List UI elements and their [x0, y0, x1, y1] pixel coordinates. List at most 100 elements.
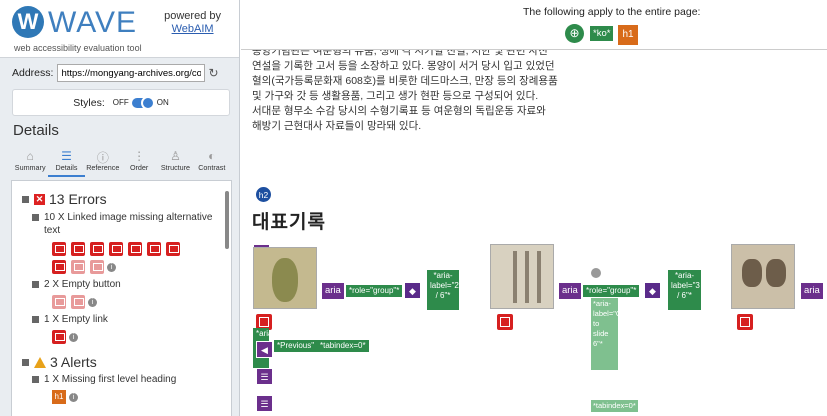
banner-text: The following apply to the entire page:: [523, 6, 701, 18]
checkbox[interactable]: [32, 214, 39, 221]
refresh-icon[interactable]: ↻: [208, 66, 218, 80]
tag-icon[interactable]: ◆: [404, 282, 421, 299]
info-icon: ⓘ: [96, 151, 109, 165]
linked-image-error-icon[interactable]: [166, 242, 180, 256]
webaim-link[interactable]: WebAIM: [164, 23, 221, 36]
aria-icon[interactable]: aria: [559, 283, 581, 299]
alert-icon-list: h1 i: [52, 390, 202, 408]
toggle-track[interactable]: [131, 95, 155, 110]
alerts-title: 3 Alerts: [50, 354, 97, 370]
info-icon[interactable]: i: [69, 392, 78, 402]
linked-image-error-icon[interactable]: [737, 314, 753, 330]
checkbox[interactable]: [32, 376, 39, 383]
home-icon: ⌂: [26, 149, 34, 163]
checkbox[interactable]: [32, 281, 39, 288]
toggle-knob[interactable]: [140, 95, 155, 110]
tab-order[interactable]: ⋮ Order: [121, 147, 157, 177]
deathmask-image[interactable]: [253, 247, 317, 309]
go-slide-badge[interactable]: *aria-label="Go to slide 6"*: [591, 298, 626, 370]
para-line: 서대문 형무소 수감 당시의 수형기록표 등 여운형의 독립운동 자료와: [252, 105, 546, 117]
checkbox[interactable]: [22, 195, 29, 203]
empty-button-error-icon[interactable]: [71, 295, 85, 309]
tab-label: Structure: [160, 163, 191, 172]
contrast-icon: ◐: [208, 149, 216, 163]
doc-line: [525, 251, 529, 303]
error-item-label: 10 X Linked image missing alternative te…: [44, 212, 213, 236]
face-shape: [766, 259, 786, 287]
checkbox[interactable]: [22, 358, 29, 366]
alerts-category[interactable]: 3 Alerts: [22, 354, 231, 370]
tab-label: Reference: [86, 163, 120, 172]
errors-title: 13 Errors: [49, 191, 107, 207]
portrait-photo-image[interactable]: [731, 244, 795, 309]
address-input[interactable]: [57, 64, 206, 82]
error-item[interactable]: 2 X Empty button: [32, 278, 231, 291]
error-icon-list: i: [52, 242, 202, 278]
megaphone-icon[interactable]: ◀: [256, 341, 273, 358]
linked-image-error-icon[interactable]: [497, 314, 513, 330]
alert-icon: [34, 356, 46, 368]
tab-contrast[interactable]: ◐ Contrast: [194, 147, 230, 177]
linked-image-error-icon[interactable]: [109, 242, 123, 256]
aria-label-badge[interactable]: *aria-label="3 / 6"*: [668, 270, 701, 310]
tabindex-badge[interactable]: *tabindex=0*: [317, 340, 369, 352]
empty-link-error-icon[interactable]: [52, 330, 66, 344]
wave-logo-icon: W: [12, 6, 44, 38]
tabindex-badge[interactable]: *tabindex=0*: [591, 400, 638, 412]
error-item[interactable]: 10 X Linked image missing alternative te…: [32, 211, 231, 237]
empty-button-error-icon[interactable]: [52, 295, 66, 309]
wave-brand: W WAVE web accessibility evaluation tool…: [0, 0, 239, 58]
h2-structure-icon[interactable]: h2: [255, 186, 272, 203]
info-icon[interactable]: i: [69, 332, 78, 342]
info-icon[interactable]: i: [88, 297, 97, 307]
tab-reference[interactable]: ⓘ Reference: [85, 147, 121, 177]
alert-item-label: 1 X Missing first level heading: [44, 374, 177, 385]
para-line: 및 가구와 갓 등 생활용품, 그리고 생가 현판 등으로 구성되어 있다.: [252, 90, 539, 102]
tab-summary[interactable]: ⌂ Summary: [12, 147, 48, 177]
styles-label: Styles:: [73, 96, 105, 109]
panel-scrollbar[interactable]: [225, 191, 229, 249]
missing-h1-alert-icon[interactable]: h1: [52, 390, 66, 404]
role-group-badge[interactable]: *role="group"*: [583, 285, 640, 297]
styles-toggle[interactable]: OFF ON: [113, 95, 169, 110]
alert-item[interactable]: 1 X Missing first level heading: [32, 373, 231, 386]
region-icon[interactable]: ☰: [256, 395, 273, 412]
linked-image-error-icon[interactable]: [52, 242, 66, 256]
error-item[interactable]: 1 X Empty link: [32, 313, 231, 326]
globe-icon[interactable]: ⊕: [565, 24, 584, 43]
h1-alert-icon[interactable]: h1: [618, 25, 638, 45]
address-label: Address:: [12, 67, 54, 79]
checkbox[interactable]: [32, 316, 39, 323]
tag-icon[interactable]: ◆: [644, 282, 661, 299]
doc-line: [513, 251, 517, 303]
linked-image-error-icon[interactable]: [71, 242, 85, 256]
previous-label-badge[interactable]: *Previous": [274, 340, 318, 352]
doc-line: [537, 251, 541, 303]
linked-image-error-icon[interactable]: [90, 260, 104, 274]
role-group-badge[interactable]: *role="group"*: [346, 285, 403, 297]
para-line: 해방기 근현대사 자료들이 망라돼 있다.: [252, 120, 422, 132]
linked-image-error-icon[interactable]: [147, 242, 161, 256]
error-icon-list: i: [52, 330, 202, 348]
details-heading: Details: [13, 122, 59, 139]
document-image[interactable]: [490, 244, 554, 309]
linked-image-error-icon[interactable]: [90, 242, 104, 256]
aria-icon[interactable]: aria: [322, 283, 344, 299]
details-panel: ✕ 13 Errors 10 X Linked image missing al…: [11, 180, 232, 416]
tab-details[interactable]: ☰ Details: [48, 147, 85, 177]
tab-structure[interactable]: ♙ Structure: [157, 147, 193, 177]
info-icon[interactable]: i: [107, 262, 116, 272]
error-item-label: 2 X Empty button: [44, 279, 121, 290]
linked-image-error-icon[interactable]: [128, 242, 142, 256]
powered-by: powered by WebAIM: [164, 10, 221, 36]
errors-category[interactable]: ✕ 13 Errors: [22, 191, 231, 207]
linked-image-error-icon[interactable]: [71, 260, 85, 274]
region-icon[interactable]: ☰: [256, 368, 273, 385]
section-heading: 대표기록: [252, 212, 326, 233]
aria-icon[interactable]: aria: [801, 283, 823, 299]
aria-label-badge[interactable]: *aria-label="2 / 6"*: [427, 270, 459, 310]
language-badge[interactable]: *ko*: [590, 26, 614, 41]
hidden-indicator-icon[interactable]: [591, 268, 601, 278]
para-line: 혈의(국가등록문화재 608호)를 비롯한 데드마스크, 만장 등의 장례용품: [252, 75, 558, 87]
linked-image-error-icon[interactable]: [52, 260, 66, 274]
